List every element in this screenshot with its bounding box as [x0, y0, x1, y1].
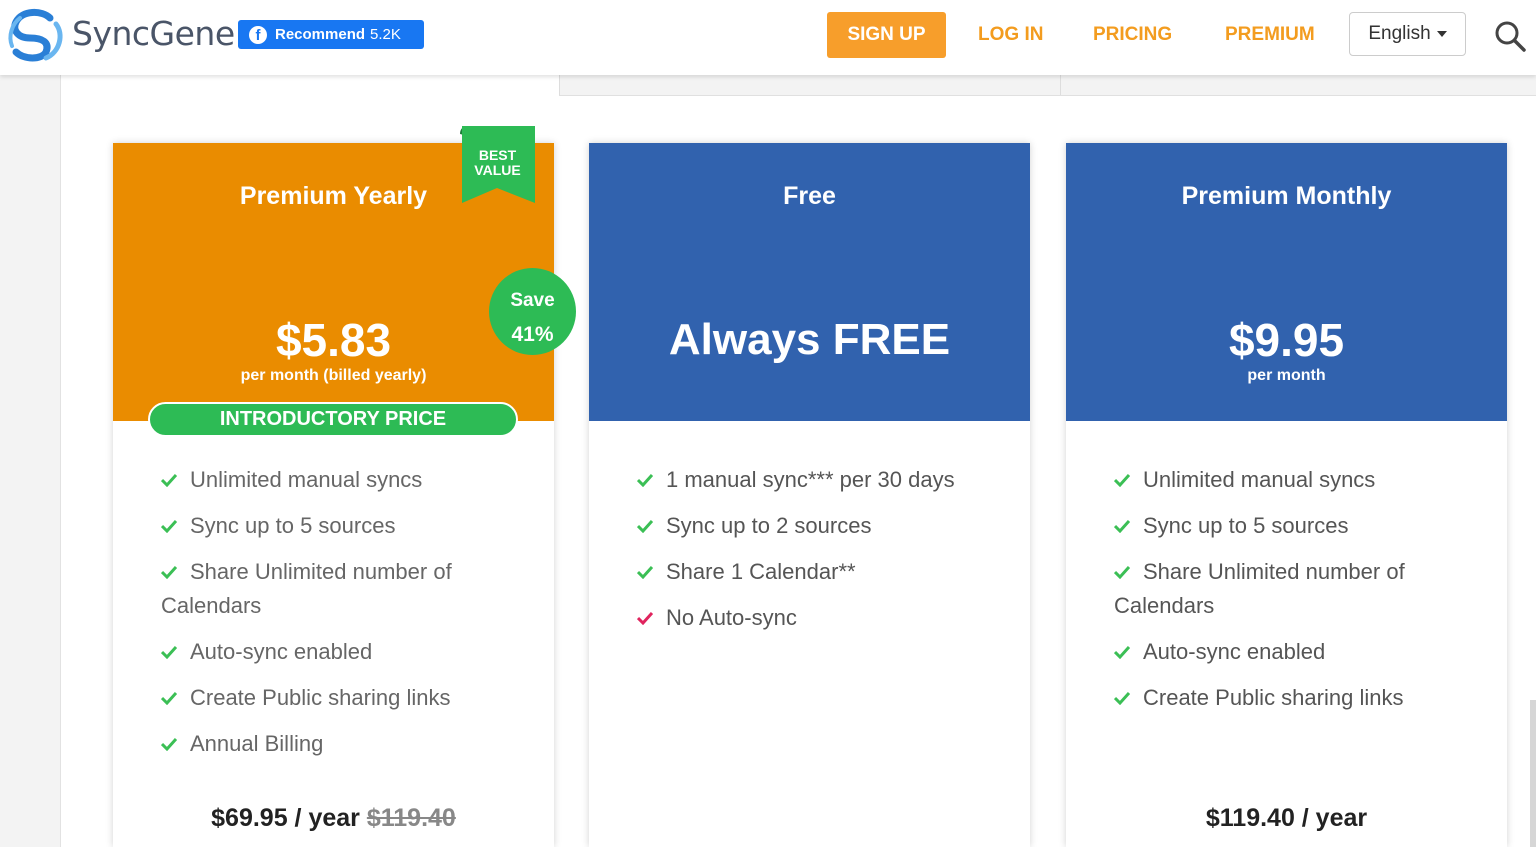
feature-text: Sync up to 5 sources	[1143, 513, 1349, 538]
check-icon	[161, 645, 177, 659]
recommend-count: 5.2K	[370, 26, 401, 43]
save-badge: Save 41%	[489, 268, 576, 355]
feature-text: Unlimited manual syncs	[1143, 467, 1376, 492]
list-item: Create Public sharing links	[1114, 681, 1484, 715]
save-percent: 41%	[511, 323, 554, 346]
check-icon	[161, 691, 177, 705]
feature-list: 1 manual sync*** per 30 days Sync up to …	[637, 463, 1007, 647]
list-item: Auto-sync enabled	[161, 635, 531, 669]
list-item: Sync up to 5 sources	[1114, 509, 1484, 543]
plan-card-free: Free Always FREE 1 manual sync*** per 30…	[589, 143, 1030, 847]
signup-button[interactable]: SIGN UP	[827, 12, 946, 58]
plan-card-header: Premium Monthly $9.95 per month	[1066, 143, 1507, 421]
plan-title: Free	[783, 182, 836, 210]
facebook-icon: f	[249, 25, 267, 44]
plan-price-subtitle: per month	[1247, 367, 1326, 384]
list-item: Unlimited manual syncs	[161, 463, 531, 497]
scrollbar[interactable]	[1530, 700, 1536, 847]
feature-list: Unlimited manual syncs Sync up to 5 sour…	[161, 463, 531, 773]
plan-card-header: Free Always FREE	[589, 143, 1030, 421]
list-item: Auto-sync enabled	[1114, 635, 1484, 669]
check-icon	[1114, 473, 1130, 487]
cross-check-icon	[637, 611, 653, 625]
feature-text: Create Public sharing links	[190, 685, 451, 710]
feature-text: Unlimited manual syncs	[190, 467, 423, 492]
caret-down-icon	[1436, 31, 1447, 37]
feature-text: Create Public sharing links	[1143, 685, 1404, 710]
search-icon[interactable]	[1494, 20, 1526, 52]
footer-price-value: $69.95 / year	[211, 804, 360, 832]
save-label: Save	[510, 290, 555, 311]
feature-list: Unlimited manual syncs Sync up to 5 sour…	[1114, 463, 1484, 727]
feature-text: Auto-sync enabled	[190, 639, 373, 664]
check-icon	[1114, 565, 1130, 579]
feature-text: Sync up to 5 sources	[190, 513, 396, 538]
feature-text: Auto-sync enabled	[1143, 639, 1326, 664]
feature-text: Share Unlimited number of	[190, 559, 452, 584]
tab-strip	[559, 75, 1536, 96]
language-select[interactable]: English	[1349, 12, 1466, 56]
check-icon	[161, 737, 177, 751]
feature-text-continued: Calendars	[1114, 593, 1215, 618]
ribbon-line-1: BEST	[478, 147, 517, 163]
check-icon	[1114, 691, 1130, 705]
check-icon	[637, 519, 653, 533]
feature-text: Share Unlimited number of	[1143, 559, 1405, 584]
feature-text: No Auto-sync	[666, 605, 797, 630]
plan-title: Premium Monthly	[1181, 182, 1392, 210]
check-icon	[161, 473, 177, 487]
feature-text: Sync up to 2 sources	[666, 513, 872, 538]
list-item: Unlimited manual syncs	[1114, 463, 1484, 497]
plan-price-subtitle: per month (billed yearly)	[240, 367, 427, 384]
site-header: SyncGene f Recommend 5.2K SIGN UP LOG IN…	[0, 0, 1536, 75]
brand-name[interactable]: SyncGene	[72, 14, 235, 53]
premium-link[interactable]: PREMIUM	[1225, 24, 1315, 46]
original-price: $119.40	[366, 804, 456, 832]
monthly-yearly-total-price: $119.40 / year	[1066, 804, 1507, 833]
feature-text: Share 1 Calendar**	[666, 559, 856, 584]
list-item: Share 1 Calendar**	[637, 555, 1007, 589]
list-item: Share Unlimited number of Calendars	[161, 555, 531, 623]
plan-card-premium-monthly: Premium Monthly $9.95 per month Unlimite…	[1066, 143, 1507, 847]
list-item: Sync up to 5 sources	[161, 509, 531, 543]
check-icon	[637, 565, 653, 579]
check-icon	[161, 519, 177, 533]
language-value: English	[1368, 23, 1431, 44]
tab-divider	[1060, 75, 1061, 95]
best-value-label: BEST VALUE	[460, 148, 535, 178]
feature-text: 1 manual sync*** per 30 days	[666, 467, 955, 492]
feature-text-continued: Calendars	[161, 593, 262, 618]
list-item: 1 manual sync*** per 30 days	[637, 463, 1007, 497]
check-icon	[1114, 645, 1130, 659]
feature-text: Annual Billing	[190, 731, 324, 756]
list-item: No Auto-sync	[637, 601, 1007, 635]
check-icon	[161, 565, 177, 579]
yearly-total-price: $69.95 / year $119.40	[113, 804, 554, 833]
list-item: Sync up to 2 sources	[637, 509, 1007, 543]
pricing-link[interactable]: PRICING	[1093, 24, 1172, 46]
check-icon	[1114, 519, 1130, 533]
introductory-price-badge: INTRODUCTORY PRICE	[148, 402, 518, 437]
plan-price: Always FREE	[668, 315, 951, 364]
check-icon	[637, 473, 653, 487]
login-link[interactable]: LOG IN	[978, 24, 1043, 46]
syncgene-logo-icon[interactable]	[6, 8, 68, 62]
plan-price: $9.95	[1228, 314, 1345, 366]
ribbon-line-2: VALUE	[474, 162, 521, 178]
plan-card-premium-yearly: Premium Yearly $5.83 per month (billed y…	[113, 126, 576, 847]
list-item: Annual Billing	[161, 727, 531, 761]
footer-price-value: $119.40 / year	[1205, 804, 1368, 832]
recommend-label: Recommend	[275, 26, 366, 43]
plan-price: $5.83	[275, 314, 392, 366]
facebook-recommend-button[interactable]: f Recommend 5.2K	[238, 20, 424, 49]
list-item: Share Unlimited number of Calendars	[1114, 555, 1484, 623]
list-item: Create Public sharing links	[161, 681, 531, 715]
